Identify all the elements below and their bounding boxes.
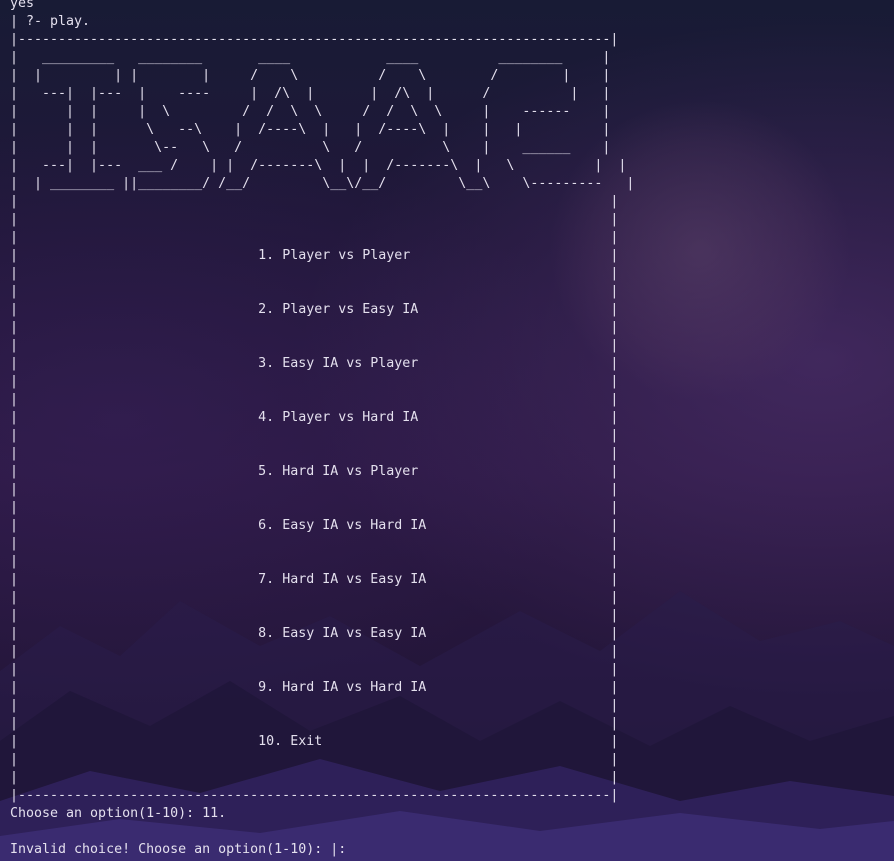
banner-ascii-line: | ---| |--- ___ / | | /-------\ | | /---… (10, 158, 627, 173)
menu-option: 4. Player vs Hard IA (258, 410, 419, 425)
banner-ascii-line: | | | \-- \ / \ / \ | ______ | (10, 140, 611, 155)
menu-option: 7. Hard IA vs Easy IA (258, 572, 427, 587)
banner-border-bottom: |---------------------------------------… (10, 788, 619, 803)
banner-border-top: |---------------------------------------… (10, 32, 619, 47)
terminal-output: yes | ?- play. |------------------------… (10, 0, 634, 861)
banner-ascii-line: | | | | | / \ / \ / | | (10, 68, 611, 83)
menu-option: 8. Easy IA vs Easy IA (258, 626, 427, 641)
menu-option: 6. Easy IA vs Hard IA (258, 518, 427, 533)
error-prompt-line[interactable]: Invalid choice! Choose an option(1-10): … (10, 842, 354, 857)
banner-ascii-line: | | | \ --\ | /----\ | | /----\ | | | | (10, 122, 611, 137)
prolog-query-line: | ?- play. (10, 14, 91, 29)
menu-option-exit: 10. Exit (258, 734, 323, 749)
shell-output-yes: yes (10, 0, 35, 11)
banner-ascii-line: | | | | \ / / \ \ / / \ \ | ------ | (10, 104, 611, 119)
banner-ascii-line: | ---| |--- | ---- | /\ | | /\ | / | | (10, 86, 611, 101)
menu-option: 9. Hard IA vs Hard IA (258, 680, 427, 695)
menu-option: 5. Hard IA vs Player (258, 464, 419, 479)
menu-option: 3. Easy IA vs Player (258, 356, 419, 371)
banner-ascii-line: | | ________ ||________/ /__/ \__\/__/ \… (10, 176, 635, 191)
banner-ascii-line: | _________ ________ ____ ____ ________ … (10, 50, 611, 65)
menu-option: 2. Player vs Easy IA (258, 302, 419, 317)
user-input-line: Choose an option(1-10): 11. (10, 806, 227, 821)
menu-option: 1. Player vs Player (258, 248, 411, 263)
